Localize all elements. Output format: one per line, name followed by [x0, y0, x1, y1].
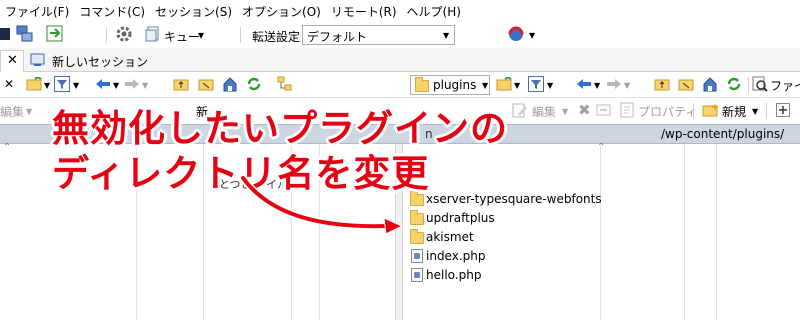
annotation-arrow-icon — [239, 174, 404, 235]
